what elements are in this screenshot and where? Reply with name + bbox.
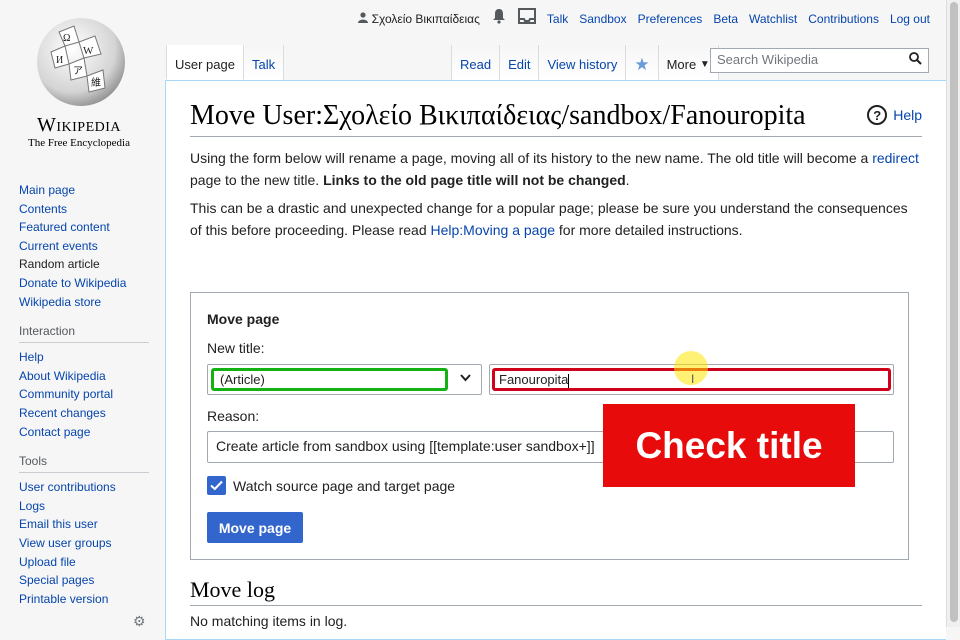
search-placeholder: Search Wikipedia	[717, 52, 819, 67]
ibeam-cursor-icon: I	[691, 372, 695, 386]
namespace-tabs: User page Talk	[166, 45, 285, 80]
tab-view-history[interactable]: View history	[539, 45, 627, 80]
main-content: Move User:Σχολείο Βικιπαίδειας/sandbox/F…	[165, 80, 946, 640]
sidebar-item-recent-changes[interactable]: Recent changes	[19, 404, 149, 423]
help-icon: ?	[867, 105, 888, 125]
sidebar-item-random-article[interactable]: Random article	[19, 255, 149, 274]
sidebar-item-help[interactable]: Help	[19, 348, 149, 367]
star-icon: ★	[634, 54, 650, 74]
move-page-button[interactable]: Move page	[207, 512, 303, 543]
user-link[interactable]: Σχολείο Βικιπαίδειας	[357, 11, 480, 26]
tagline: The Free Encyclopedia	[27, 137, 130, 149]
sidebar-item-special-pages[interactable]: Special pages	[19, 571, 149, 590]
notifications-bell-icon[interactable]	[491, 8, 507, 29]
wordmark: Wikipedia	[36, 114, 122, 136]
text-caret	[568, 373, 570, 388]
wikipedia-logo[interactable]: Ω W И ア 維 Wikipedia The Free Encyclopedi…	[16, 12, 142, 149]
tab-user-page[interactable]: User page	[166, 45, 244, 80]
namespace-dropdown[interactable]: (Article)	[207, 364, 482, 395]
sidebar-item-contents[interactable]: Contents	[19, 200, 149, 219]
personal-tools: Σχολείο Βικιπαίδειας Talk Sandbox Prefer…	[357, 8, 930, 29]
scrollbar-thumb[interactable]	[950, 2, 958, 622]
gear-icon[interactable]: ⚙	[133, 613, 146, 630]
svg-text:維: 維	[91, 76, 101, 89]
navigation-menu: Main page Contents Featured content Curr…	[19, 181, 149, 311]
svg-text:И: И	[56, 55, 63, 66]
wikipedia-globe-icon: Ω W И ア 維	[29, 12, 129, 112]
svg-text:Ω: Ω	[63, 33, 70, 44]
sidebar-item-donate[interactable]: Donate to Wikipedia	[19, 274, 149, 293]
sidebar-item-about[interactable]: About Wikipedia	[19, 367, 149, 386]
contributions-link[interactable]: Contributions	[808, 12, 879, 26]
view-tabs: Read Edit View history ★ More ▼	[451, 45, 719, 80]
search-input[interactable]: Search Wikipedia	[710, 48, 929, 73]
sidebar-item-view-user-groups[interactable]: View user groups	[19, 534, 149, 553]
interaction-menu: Help About Wikipedia Community portal Re…	[19, 348, 149, 441]
sidebar-item-store[interactable]: Wikipedia store	[19, 293, 149, 312]
chevron-down-icon: ▼	[699, 59, 710, 70]
preferences-link[interactable]: Preferences	[638, 12, 703, 26]
svg-text:W: W	[83, 45, 94, 57]
watch-star-button[interactable]: ★	[626, 45, 659, 80]
check-title-overlay: Check title	[603, 404, 855, 487]
sidebar-item-contact-page[interactable]: Contact page	[19, 423, 149, 442]
tab-talk[interactable]: Talk	[243, 45, 285, 80]
watch-label: Watch source page and target page	[233, 477, 456, 494]
tools-heading: Tools	[19, 453, 149, 474]
sandbox-link[interactable]: Sandbox	[579, 12, 626, 26]
beta-link[interactable]: Beta	[713, 12, 738, 26]
logout-link[interactable]: Log out	[890, 12, 930, 26]
sidebar-item-printable-version[interactable]: Printable version	[19, 590, 149, 609]
intro-paragraph-1: Using the form below will rename a page,…	[190, 150, 919, 188]
help-link[interactable]: ? Help	[867, 105, 922, 125]
talk-link[interactable]: Talk	[547, 12, 568, 26]
tab-read[interactable]: Read	[451, 45, 501, 80]
sidebar-item-upload-file[interactable]: Upload file	[19, 553, 149, 572]
search-icon[interactable]	[909, 52, 922, 68]
watch-checkbox[interactable]	[207, 476, 226, 495]
svg-text:ア: ア	[73, 66, 83, 77]
notices-tray-icon[interactable]	[517, 8, 536, 29]
sidebar-item-email-user[interactable]: Email this user	[19, 515, 149, 534]
intro-paragraph-2: This can be a drastic and unexpected cha…	[190, 200, 908, 238]
page-title: Move User:Σχολείο Βικιπαίδειας/sandbox/F…	[190, 81, 922, 137]
watch-checkbox-row[interactable]: Watch source page and target page	[207, 476, 455, 495]
move-log-heading: Move log	[190, 577, 922, 606]
sidebar-item-community-portal[interactable]: Community portal	[19, 385, 149, 404]
help-label: Help	[893, 107, 922, 123]
reason-label: Reason:	[207, 408, 260, 424]
interaction-heading: Interaction	[19, 323, 149, 344]
sidebar-item-featured-content[interactable]: Featured content	[19, 218, 149, 237]
move-page-legend: Move page	[207, 311, 280, 327]
chevron-down-icon	[460, 370, 471, 385]
namespace-value: (Article)	[211, 368, 448, 391]
tools-menu: User contributions Logs Email this user …	[19, 478, 149, 608]
more-label: More	[666, 57, 697, 72]
new-title-label: New title:	[207, 340, 265, 356]
sidebar: Main page Contents Featured content Curr…	[19, 181, 149, 608]
watchlist-link[interactable]: Watchlist	[749, 12, 797, 26]
sidebar-item-user-contributions[interactable]: User contributions	[19, 478, 149, 497]
help-moving-page-link[interactable]: Help:Moving a page	[431, 222, 556, 238]
redirect-link[interactable]: redirect	[872, 150, 919, 166]
sidebar-item-main-page[interactable]: Main page	[19, 181, 149, 200]
user-icon	[357, 11, 368, 26]
tab-edit[interactable]: Edit	[500, 45, 540, 80]
sidebar-item-current-events[interactable]: Current events	[19, 237, 149, 256]
sidebar-item-logs[interactable]: Logs	[19, 497, 149, 516]
scrollbar[interactable]	[946, 0, 960, 627]
